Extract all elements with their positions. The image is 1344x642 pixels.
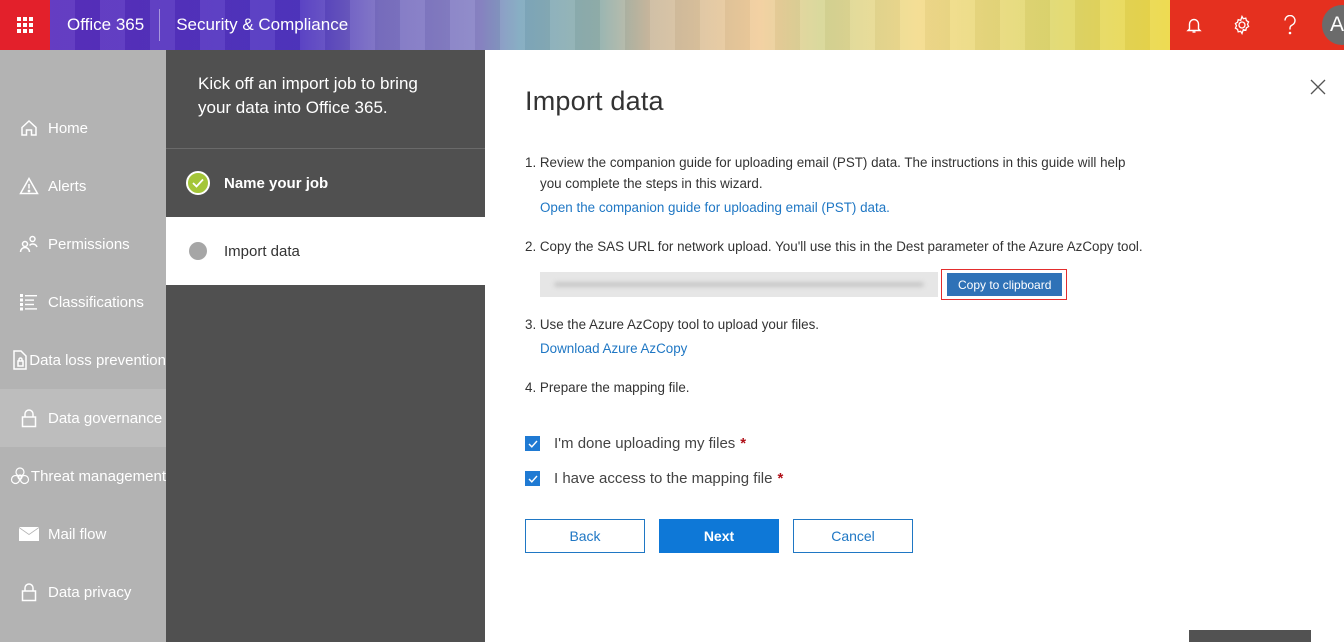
download-azcopy-link[interactable]: Download Azure AzCopy	[540, 338, 687, 359]
top-right-controls: A	[1170, 0, 1344, 50]
classifications-icon	[20, 294, 37, 311]
checkbox-row-mapping[interactable]: I have access to the mapping file *	[525, 461, 1185, 496]
checkbox-label: I'm done uploading my files	[554, 435, 736, 452]
nav-item-mail-flow[interactable]: Mail flow	[0, 505, 166, 563]
page-title: Import data	[525, 86, 664, 116]
nav-item-data-loss-prevention[interactable]: Data loss prevention	[0, 331, 166, 389]
checkmark-icon	[528, 475, 538, 483]
permissions-icon	[19, 235, 38, 253]
sas-url-field[interactable]	[540, 272, 938, 297]
help-button[interactable]	[1266, 0, 1314, 50]
check-circle-icon	[186, 171, 210, 195]
top-bar: Office 365 Security & Compliance A	[0, 0, 1344, 50]
nav-item-home[interactable]: Home	[0, 99, 166, 157]
nav-item-data-privacy[interactable]: Data privacy	[0, 563, 166, 621]
left-navigation: Home Alerts Permissions Classifications …	[0, 50, 166, 642]
nav-label: Classifications	[48, 293, 144, 311]
close-button[interactable]	[1309, 78, 1329, 98]
back-button[interactable]: Back	[525, 519, 645, 553]
pending-dot-icon	[189, 242, 207, 260]
checkbox-checked[interactable]	[525, 436, 540, 451]
nav-label: Data governance	[48, 409, 163, 427]
nav-label: Data loss prevention	[29, 351, 166, 369]
checkbox-label: I have access to the mapping file	[554, 470, 773, 487]
help-icon	[1284, 15, 1296, 35]
copy-highlight-outline: Copy to clipboard	[941, 269, 1068, 300]
nav-item-classifications[interactable]: Classifications	[0, 273, 166, 331]
nav-label: Mail flow	[48, 525, 107, 543]
step-2-text: 2. Copy the SAS URL for network upload. …	[525, 239, 1143, 254]
nav-label: Data privacy	[48, 583, 132, 601]
wizard-buttons: Back Next Cancel	[525, 519, 913, 553]
user-avatar[interactable]: A	[1322, 5, 1344, 45]
waffle-icon	[17, 17, 33, 33]
copy-to-clipboard-button[interactable]: Copy to clipboard	[947, 273, 1063, 296]
step-4-text: 4. Prepare the mapping file.	[525, 380, 690, 395]
step-label: Name your job	[224, 174, 329, 192]
companion-guide-link[interactable]: Open the companion guide for uploading e…	[540, 197, 890, 218]
step-1-text-continued: you complete the steps in this wizard.	[540, 176, 763, 191]
app-name[interactable]: Security & Compliance	[160, 0, 348, 50]
required-mark: *	[740, 435, 747, 452]
nav-label: Alerts	[48, 177, 87, 195]
nav-label: Home	[48, 119, 89, 137]
next-button[interactable]: Next	[659, 519, 779, 553]
nav-item-alerts[interactable]: Alerts	[0, 157, 166, 215]
bell-icon	[1186, 18, 1202, 33]
feedback-tab[interactable]	[1189, 630, 1311, 642]
biohazard-icon	[11, 467, 30, 485]
office-365-brand[interactable]: Office 365	[50, 0, 159, 50]
nav-item-threat-management[interactable]: Threat management	[0, 447, 166, 505]
import-data-panel: Import data 1. Review the companion guid…	[485, 50, 1344, 642]
app-launcher-button[interactable]	[0, 0, 50, 50]
home-icon	[21, 119, 37, 136]
nav-label: Permissions	[48, 235, 130, 253]
alert-icon	[19, 177, 39, 195]
step-3-text: 3. Use the Azure AzCopy tool to upload y…	[525, 317, 820, 332]
checkbox-checked[interactable]	[525, 471, 540, 486]
nav-label: Threat management	[30, 467, 166, 485]
lock-icon	[21, 409, 37, 428]
notifications-button[interactable]	[1170, 0, 1218, 50]
step-1-text: 1. Review the companion guide for upload…	[525, 155, 1126, 170]
gear-icon	[1234, 15, 1250, 35]
mail-icon	[19, 527, 39, 541]
checkmark-icon	[528, 440, 538, 448]
dlp-icon	[12, 350, 27, 370]
settings-button[interactable]	[1218, 0, 1266, 50]
nav-item-data-governance[interactable]: Data governance	[0, 389, 166, 447]
wizard-intro: Kick off an import job to bring your dat…	[166, 50, 485, 149]
step-import-data[interactable]: Import data	[166, 217, 485, 285]
checkbox-row-uploaded[interactable]: I'm done uploading my files *	[525, 426, 1185, 461]
sas-url-row: Copy to clipboard	[540, 269, 1185, 300]
close-icon	[1310, 79, 1326, 95]
step-label: Import data	[224, 242, 300, 260]
nav-item-permissions[interactable]: Permissions	[0, 215, 166, 273]
required-mark: *	[777, 470, 784, 487]
wizard-steps-panel: Kick off an import job to bring your dat…	[166, 50, 485, 642]
step-name-your-job[interactable]: Name your job	[166, 149, 485, 217]
lock-icon	[21, 583, 37, 602]
instructions: 1. Review the companion guide for upload…	[525, 152, 1185, 496]
cancel-button[interactable]: Cancel	[793, 519, 913, 553]
